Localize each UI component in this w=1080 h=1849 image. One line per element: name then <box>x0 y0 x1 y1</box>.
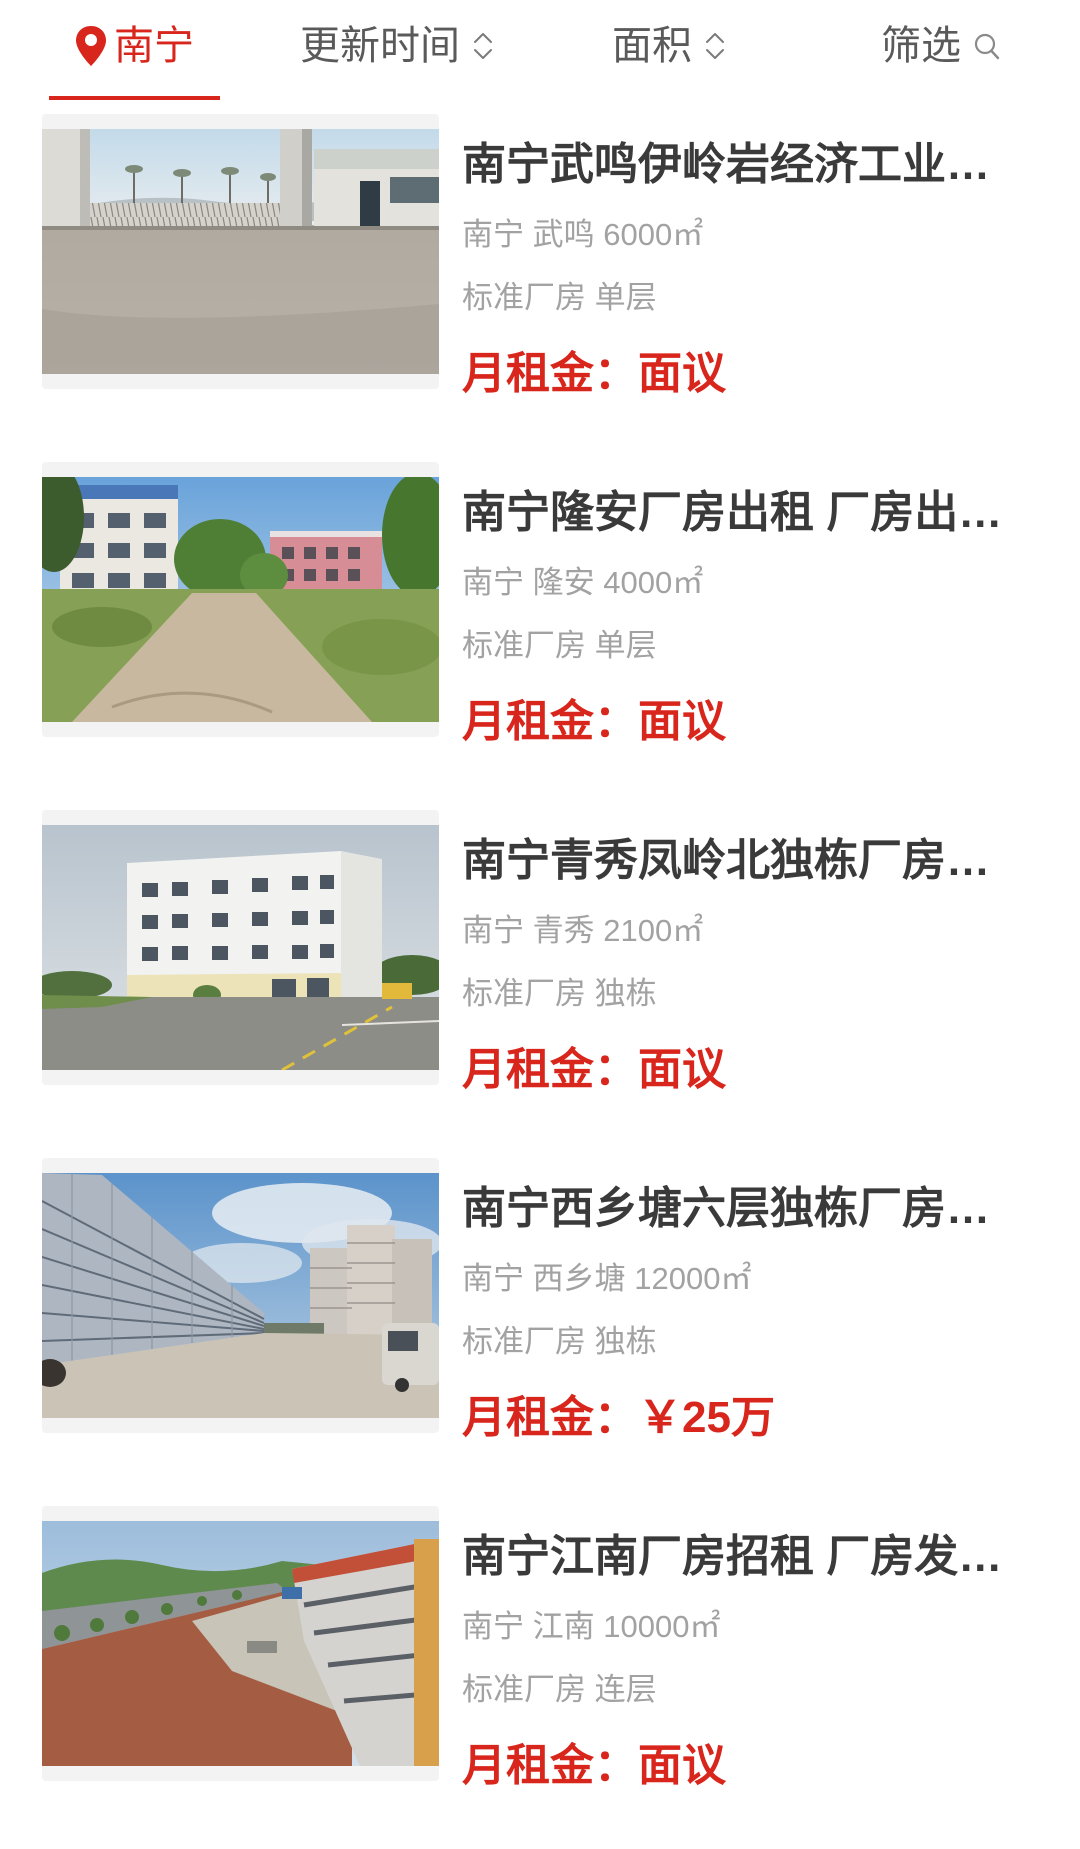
listing-photo <box>42 1506 439 1781</box>
filter-tab[interactable]: 筛选 <box>881 0 1001 92</box>
listing-location: 南宁 江南 10000㎡ <box>462 1607 1052 1647</box>
listing-category: 标准厂房 <box>462 1672 586 1707</box>
listing-category: 标准厂房 <box>462 280 586 315</box>
listing-card[interactable]: 南宁武鸣伊岭岩经济工业… 南宁 武鸣 6000㎡ 标准厂房 单层 月租金：面议 <box>0 114 1080 398</box>
listing-district: 武鸣 <box>532 217 595 252</box>
listing-city: 南宁 <box>462 1609 524 1644</box>
listing-category: 标准厂房 <box>462 628 586 663</box>
listing-district: 青秀 <box>532 913 595 948</box>
listing-category: 标准厂房 <box>462 976 586 1011</box>
listing-type: 标准厂房 独栋 <box>462 974 1052 1014</box>
three-story-building-photo <box>42 825 439 1070</box>
listing-location: 南宁 西乡塘 12000㎡ <box>462 1259 1052 1299</box>
listing-title: 南宁武鸣伊岭岩经济工业… <box>462 140 990 189</box>
listing-floor-type: 独栋 <box>594 976 657 1011</box>
listing-floor-type: 单层 <box>594 280 657 315</box>
price-label: 月租金： <box>462 1741 638 1790</box>
price-label: 月租金： <box>462 1045 638 1094</box>
price-value: ￥25万 <box>638 1393 775 1442</box>
listing-card[interactable]: 南宁青秀凤岭北独栋厂房… 南宁 青秀 2100㎡ 标准厂房 独栋 月租金：面议 <box>0 810 1080 1094</box>
sort-chevrons-icon <box>474 33 492 59</box>
sort-chevrons-icon <box>706 33 724 59</box>
listing-price: 月租金：面议 <box>462 1739 726 1793</box>
location-pin-icon <box>76 26 106 66</box>
listing-photo <box>42 114 439 389</box>
listing-city: 南宁 <box>462 913 524 948</box>
listing-photo <box>42 462 439 737</box>
listing-type: 标准厂房 单层 <box>462 278 1052 318</box>
listing-area: 2100㎡ <box>603 913 704 948</box>
listing-location: 南宁 隆安 4000㎡ <box>462 563 1052 603</box>
listing-price: 月租金：面议 <box>462 1043 726 1097</box>
listing-area: 10000㎡ <box>603 1609 721 1644</box>
price-value: 面议 <box>638 1045 726 1094</box>
location-tab[interactable]: 南宁 <box>74 0 194 92</box>
listing-card[interactable]: 南宁隆安厂房出租 厂房出… 南宁 隆安 4000㎡ 标准厂房 单层 月租金：面议 <box>0 462 1080 746</box>
listing-info: 南宁武鸣伊岭岩经济工业… 南宁 武鸣 6000㎡ 标准厂房 单层 月租金：面议 <box>462 114 1052 398</box>
listing-district: 西乡塘 <box>532 1261 626 1296</box>
listing-title: 南宁西乡塘六层独栋厂房… <box>462 1184 990 1233</box>
search-icon <box>974 33 1000 60</box>
location-label: 南宁 <box>114 24 194 68</box>
listing-info: 南宁隆安厂房出租 厂房出… 南宁 隆安 4000㎡ 标准厂房 单层 月租金：面议 <box>462 462 1052 746</box>
listing-card[interactable]: 南宁西乡塘六层独栋厂房… 南宁 西乡塘 12000㎡ 标准厂房 独栋 月租金：￥… <box>0 1158 1080 1442</box>
listing-city: 南宁 <box>462 1261 524 1296</box>
sort-time-label: 更新时间 <box>300 24 460 68</box>
listing-info: 南宁西乡塘六层独栋厂房… 南宁 西乡塘 12000㎡ 标准厂房 独栋 月租金：￥… <box>462 1158 1052 1442</box>
price-label: 月租金： <box>462 349 638 398</box>
factory-site-photo <box>42 1521 439 1766</box>
listing-title: 南宁青秀凤岭北独栋厂房… <box>462 836 990 885</box>
price-label: 月租金： <box>462 1393 638 1442</box>
listing-floor-type: 独栋 <box>594 1324 657 1359</box>
listing-type: 标准厂房 独栋 <box>462 1322 1052 1362</box>
listing-category: 标准厂房 <box>462 1324 586 1359</box>
listing-photo <box>42 810 439 1085</box>
filter-bar: 南宁 更新时间 面积 筛选 <box>0 0 1080 100</box>
listing-floor-type: 连层 <box>594 1672 657 1707</box>
active-tab-indicator <box>49 96 220 100</box>
listing-district: 江南 <box>532 1609 595 1644</box>
sort-by-area-tab[interactable]: 面积 <box>612 0 726 92</box>
listing-type: 标准厂房 单层 <box>462 626 1052 666</box>
filter-label: 筛选 <box>881 24 961 68</box>
factory-gate-photo <box>42 129 439 374</box>
listing-location: 南宁 武鸣 6000㎡ <box>462 215 1052 255</box>
listing-area: 12000㎡ <box>634 1261 752 1296</box>
listing-title: 南宁隆安厂房出租 厂房出… <box>462 488 1003 537</box>
listing-title: 南宁江南厂房招租 厂房发… <box>462 1532 1003 1581</box>
listing-photo <box>42 1158 439 1433</box>
listing-card[interactable]: 南宁江南厂房招租 厂房发… 南宁 江南 10000㎡ 标准厂房 连层 月租金：面… <box>0 1506 1080 1790</box>
listing-location: 南宁 青秀 2100㎡ <box>462 911 1052 951</box>
price-value: 面议 <box>638 697 726 746</box>
factory-yard-photo <box>42 477 439 722</box>
listing-price: 月租金：面议 <box>462 347 726 401</box>
listing-type: 标准厂房 连层 <box>462 1670 1052 1710</box>
listing-floor-type: 单层 <box>594 628 657 663</box>
listing-city: 南宁 <box>462 217 524 252</box>
listing-info: 南宁江南厂房招租 厂房发… 南宁 江南 10000㎡ 标准厂房 连层 月租金：面… <box>462 1506 1052 1790</box>
sort-area-label: 面积 <box>612 24 692 68</box>
listing-district: 隆安 <box>532 565 595 600</box>
listing-info: 南宁青秀凤岭北独栋厂房… 南宁 青秀 2100㎡ 标准厂房 独栋 月租金：面议 <box>462 810 1052 1094</box>
listing-city: 南宁 <box>462 565 524 600</box>
listing-area: 6000㎡ <box>603 217 704 252</box>
six-story-factory-photo <box>42 1173 439 1418</box>
price-label: 月租金： <box>462 697 638 746</box>
price-value: 面议 <box>638 1741 726 1790</box>
sort-by-update-time-tab[interactable]: 更新时间 <box>300 0 494 92</box>
listing-area: 4000㎡ <box>603 565 704 600</box>
listing-price: 月租金：￥25万 <box>462 1391 775 1445</box>
listing-price: 月租金：面议 <box>462 695 726 749</box>
price-value: 面议 <box>638 349 726 398</box>
